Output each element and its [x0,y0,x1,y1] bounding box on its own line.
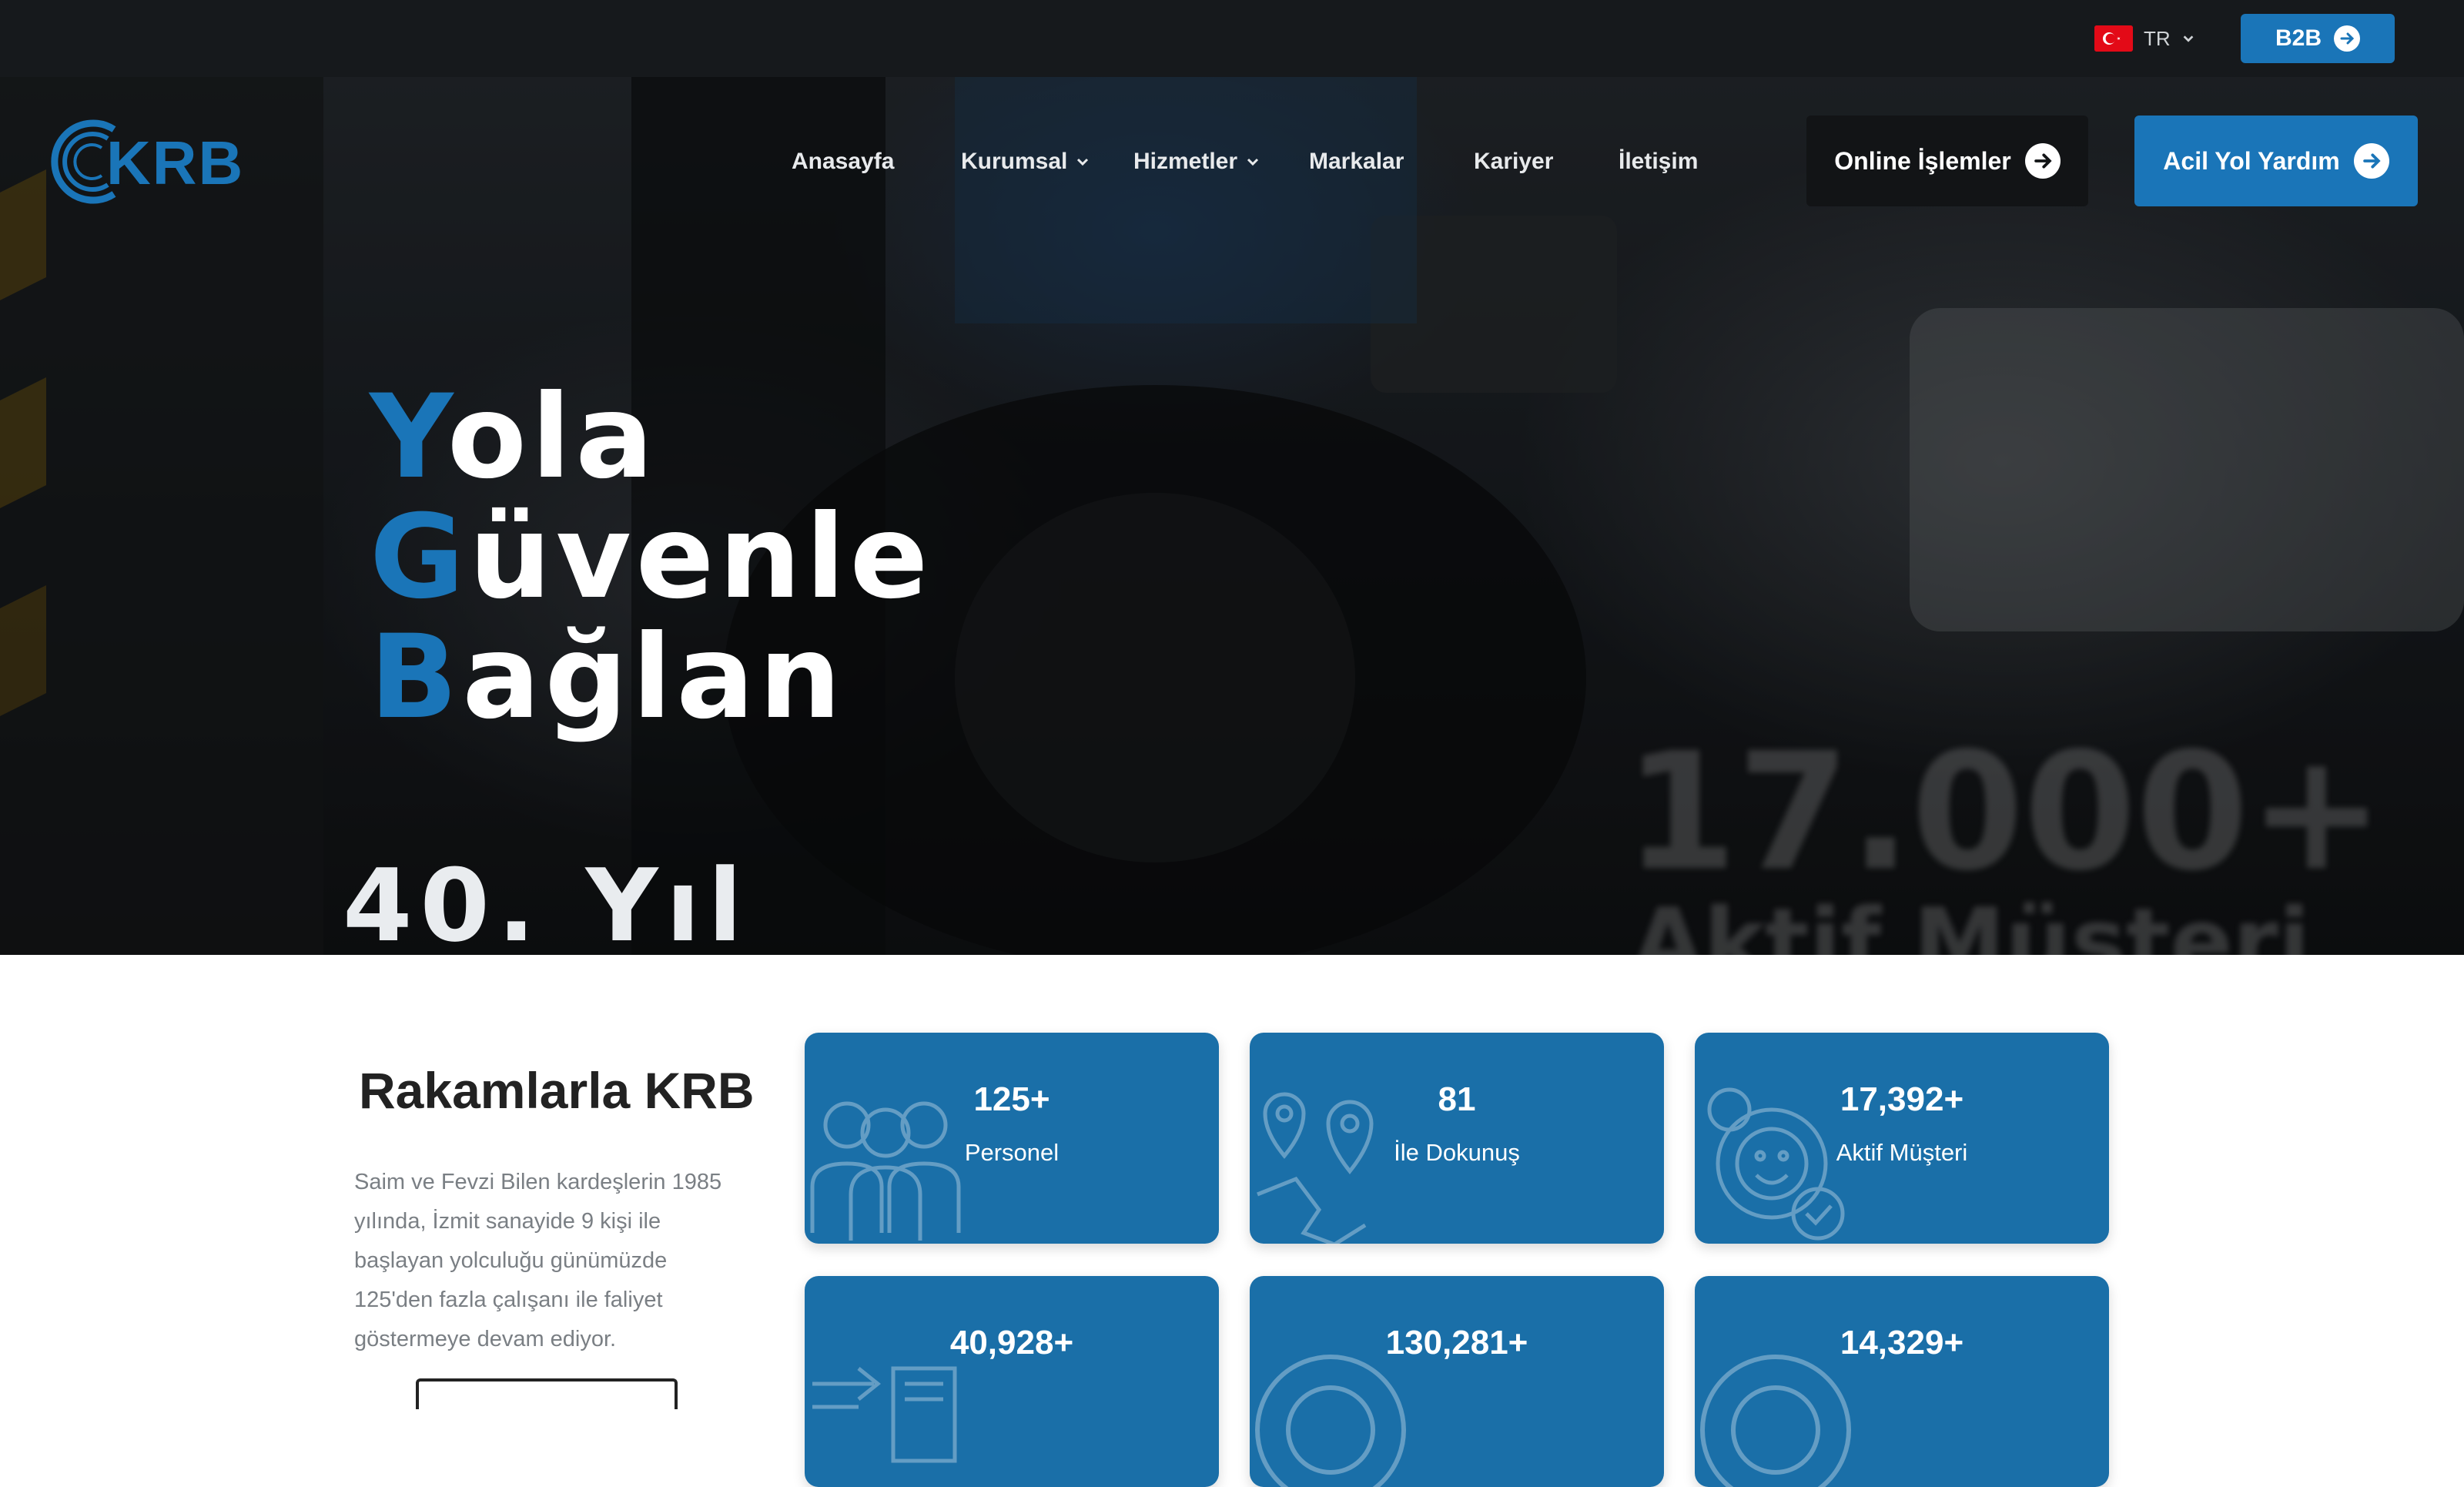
headline-line-1: Yola [370,377,932,497]
nav-iletisim[interactable]: İletişim [1619,139,1698,185]
stat-card-musteri: 17,392+ Aktif Müşteri [1695,1033,2109,1244]
chevron-down-icon [1077,158,1089,166]
acil-yol-yardim-label: Acil Yol Yardım [2163,146,2340,175]
ghost-number: 17.000+ [1625,718,2385,906]
logo-text: KRB [106,129,245,197]
hero-headline: Yola Güvenle Bağlan [370,377,932,738]
anniversary-text: 40. Yıl [343,847,750,955]
headline-line-2: Güvenle [370,497,932,618]
headline-line-3: Bağlan [370,618,932,738]
language-code: TR [2144,26,2171,50]
top-bar: TR B2B [0,0,2464,77]
stat-label: İle Dokunuş [1394,1139,1520,1166]
hero-ghost-stat: 17.000+ Aktif Müşteri [1625,718,2385,956]
stat-card-personel: 125+ Personel [805,1033,1219,1244]
headline-initial: B [370,611,463,745]
nav-label: Hizmetler [1133,149,1238,174]
stat-label: Aktif Müşteri [1836,1139,1968,1166]
stat-value: 81 [1438,1080,1476,1118]
arrow-right-icon [2334,25,2360,52]
stat-value: 17,392+ [1840,1080,1964,1118]
nav-hizmetler[interactable]: Hizmetler [1133,139,1260,185]
nav-anasayfa[interactable]: Anasayfa [792,139,894,185]
headline-initial: G [370,491,470,625]
hero-section: Yola Güvenle Bağlan 40. Yıl 17.000+ Akti… [0,77,2464,955]
chevron-down-icon [2183,35,2194,42]
headline-word: ağlan [462,611,846,745]
online-islemler-label: Online İşlemler [1834,146,2011,175]
nav-kariyer[interactable]: Kariyer [1474,139,1553,185]
nav-label: Markalar [1309,149,1404,174]
krb-logo[interactable]: KRB [46,116,254,208]
stats-description: Saim ve Fevzi Bilen kardeşlerin 1985 yıl… [354,1170,722,1351]
nav-label: İletişim [1619,149,1699,174]
ghost-label: Aktif Müşteri [1632,889,2311,956]
acil-yol-yardim-button[interactable]: Acil Yol Yardım [2134,116,2418,206]
arrow-right-icon [2024,143,2061,179]
turkey-flag-icon [2094,25,2133,52]
stat-card-4: 40,928+ [805,1276,1219,1487]
stat-value: 40,928+ [949,1324,1074,1361]
headline-word: üvenle [469,491,933,625]
chevron-down-icon [1247,158,1259,166]
arrow-right-icon [2353,143,2389,179]
stat-card-5: 130,281+ [1250,1276,1664,1487]
stat-value: 130,281+ [1385,1324,1528,1361]
nav-label: Anasayfa [792,149,895,174]
nav-markalar[interactable]: Markalar [1309,139,1404,185]
stats-title: Rakamlarla KRB [359,1062,755,1119]
nav-label: Kariyer [1474,149,1554,174]
b2b-button[interactable]: B2B [2241,14,2395,63]
headline-initial: Y [370,370,447,504]
stat-label: Personel [964,1139,1060,1166]
online-islemler-button[interactable]: Online İşlemler [1806,116,2088,206]
more-button[interactable] [416,1378,678,1409]
stat-card-il: 81 İle Dokunuş [1250,1033,1664,1244]
headline-word: ola [447,370,658,504]
language-selector[interactable]: TR [2094,23,2195,54]
nav-kurumsal[interactable]: Kurumsal [961,139,1090,185]
b2b-label: B2B [2275,25,2322,51]
stat-value: 125+ [973,1080,1050,1118]
nav-label: Kurumsal [961,149,1068,174]
stat-value: 14,329+ [1840,1324,1964,1361]
stat-card-6: 14,329+ [1695,1276,2109,1487]
